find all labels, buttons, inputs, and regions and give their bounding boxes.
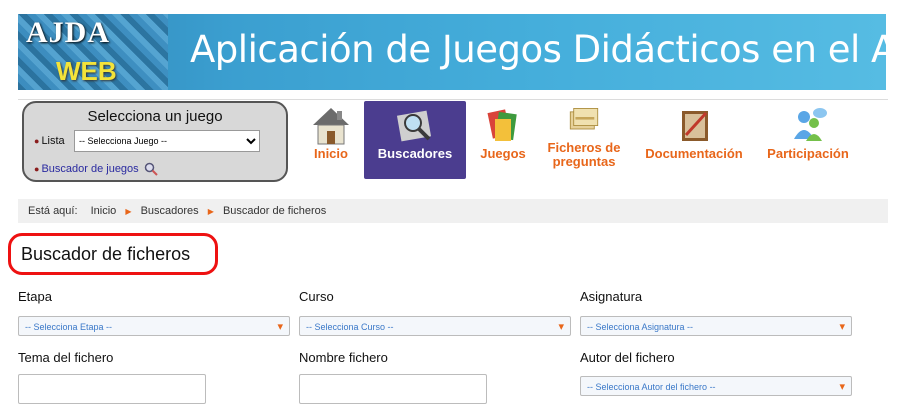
- lista-row: ● Lista: [34, 135, 65, 147]
- etapa-select[interactable]: -- Selecciona Etapa -- ▾: [18, 316, 290, 336]
- page-title-highlight: Buscador de ficheros: [8, 233, 218, 275]
- cards-icon: [487, 109, 517, 141]
- autor-select[interactable]: -- Selecciona Autor del fichero -- ▾: [580, 376, 852, 396]
- site-title: Aplicación de Juegos Didácticos en el Au…: [190, 28, 886, 71]
- breadcrumb-current: Buscador de ficheros: [222, 205, 327, 217]
- nav-inicio[interactable]: Inicio: [306, 101, 356, 179]
- curso-select-value: -- Selecciona Curso --: [306, 322, 394, 332]
- search-magnifier-icon: [396, 110, 432, 142]
- autor-select-value: -- Selecciona Autor del fichero --: [587, 382, 716, 392]
- autor-label: Autor del fichero: [580, 350, 675, 365]
- breadcrumb-prefix: Está aquí:: [28, 205, 78, 217]
- nav-participacion-label: Participación: [767, 146, 849, 161]
- nav-ficheros[interactable]: Ficheros de preguntas: [540, 101, 628, 179]
- nav-ficheros-label-2: preguntas: [552, 154, 616, 169]
- game-list-select[interactable]: -- Selecciona Juego --: [74, 130, 260, 152]
- bullet-icon: ●: [34, 136, 40, 146]
- logo-web[interactable]: WEB: [56, 56, 117, 87]
- asignatura-select-value: -- Selecciona Asignatura --: [587, 322, 694, 332]
- asignatura-label: Asignatura: [580, 289, 643, 304]
- game-selector-box: Selecciona un juego ● Lista -- Selecciona…: [22, 101, 288, 182]
- asignatura-select[interactable]: -- Selecciona Asignatura -- ▾: [580, 316, 852, 336]
- house-icon: [313, 108, 349, 145]
- chevron-down-icon: ▾: [558, 321, 564, 333]
- nav-juegos-label: Juegos: [480, 146, 526, 161]
- chevron-down-icon: ▾: [839, 321, 845, 333]
- chevron-down-icon: ▾: [277, 321, 283, 333]
- breadcrumb-arrow-icon: ▶: [207, 207, 214, 216]
- page-title: Buscador de ficheros: [21, 244, 191, 264]
- tema-label: Tema del fichero: [18, 350, 114, 365]
- logo-ajda[interactable]: AJDA: [26, 16, 110, 50]
- breadcrumb-buscadores[interactable]: Buscadores: [141, 205, 199, 217]
- nombre-input[interactable]: [299, 374, 487, 404]
- curso-label: Curso: [299, 289, 334, 304]
- nav-inicio-label: Inicio: [314, 146, 348, 161]
- book-icon: [682, 111, 708, 141]
- nombre-label: Nombre fichero: [299, 350, 388, 365]
- chevron-down-icon: ▾: [839, 381, 845, 393]
- site-banner: AJDA WEB Aplicación de Juegos Didácticos…: [18, 14, 886, 90]
- nav-participacion[interactable]: Participación: [762, 101, 854, 179]
- nav-documentacion-label: Documentación: [645, 146, 743, 161]
- game-search-label: Buscador de juegos: [41, 162, 139, 175]
- etapa-select-value: -- Selecciona Etapa --: [25, 322, 113, 332]
- lista-label: Lista: [41, 135, 65, 147]
- files-icon: [569, 108, 599, 130]
- users-chat-icon: [794, 108, 827, 141]
- nav-buscadores-label: Buscadores: [377, 146, 453, 161]
- bullet-icon: ●: [34, 163, 40, 174]
- tema-input[interactable]: [18, 374, 206, 404]
- nav-divider: [18, 99, 888, 100]
- nav-documentacion[interactable]: Documentación: [640, 101, 748, 179]
- game-selector-title: Selecciona un juego: [87, 108, 223, 125]
- game-search-link[interactable]: ● Buscador de juegos: [34, 162, 158, 176]
- nav-juegos[interactable]: Juegos: [476, 101, 530, 179]
- breadcrumb: Está aquí: Inicio ▶ Buscadores ▶ Buscado…: [18, 199, 888, 223]
- curso-select[interactable]: -- Selecciona Curso -- ▾: [299, 316, 571, 336]
- nav-ficheros-label-1: Ficheros de: [547, 140, 621, 155]
- magnifier-icon: [144, 162, 158, 176]
- breadcrumb-arrow-icon: ▶: [125, 207, 132, 216]
- etapa-label: Etapa: [18, 289, 52, 304]
- nav-buscadores[interactable]: Buscadores: [364, 101, 466, 179]
- breadcrumb-inicio[interactable]: Inicio: [91, 205, 117, 217]
